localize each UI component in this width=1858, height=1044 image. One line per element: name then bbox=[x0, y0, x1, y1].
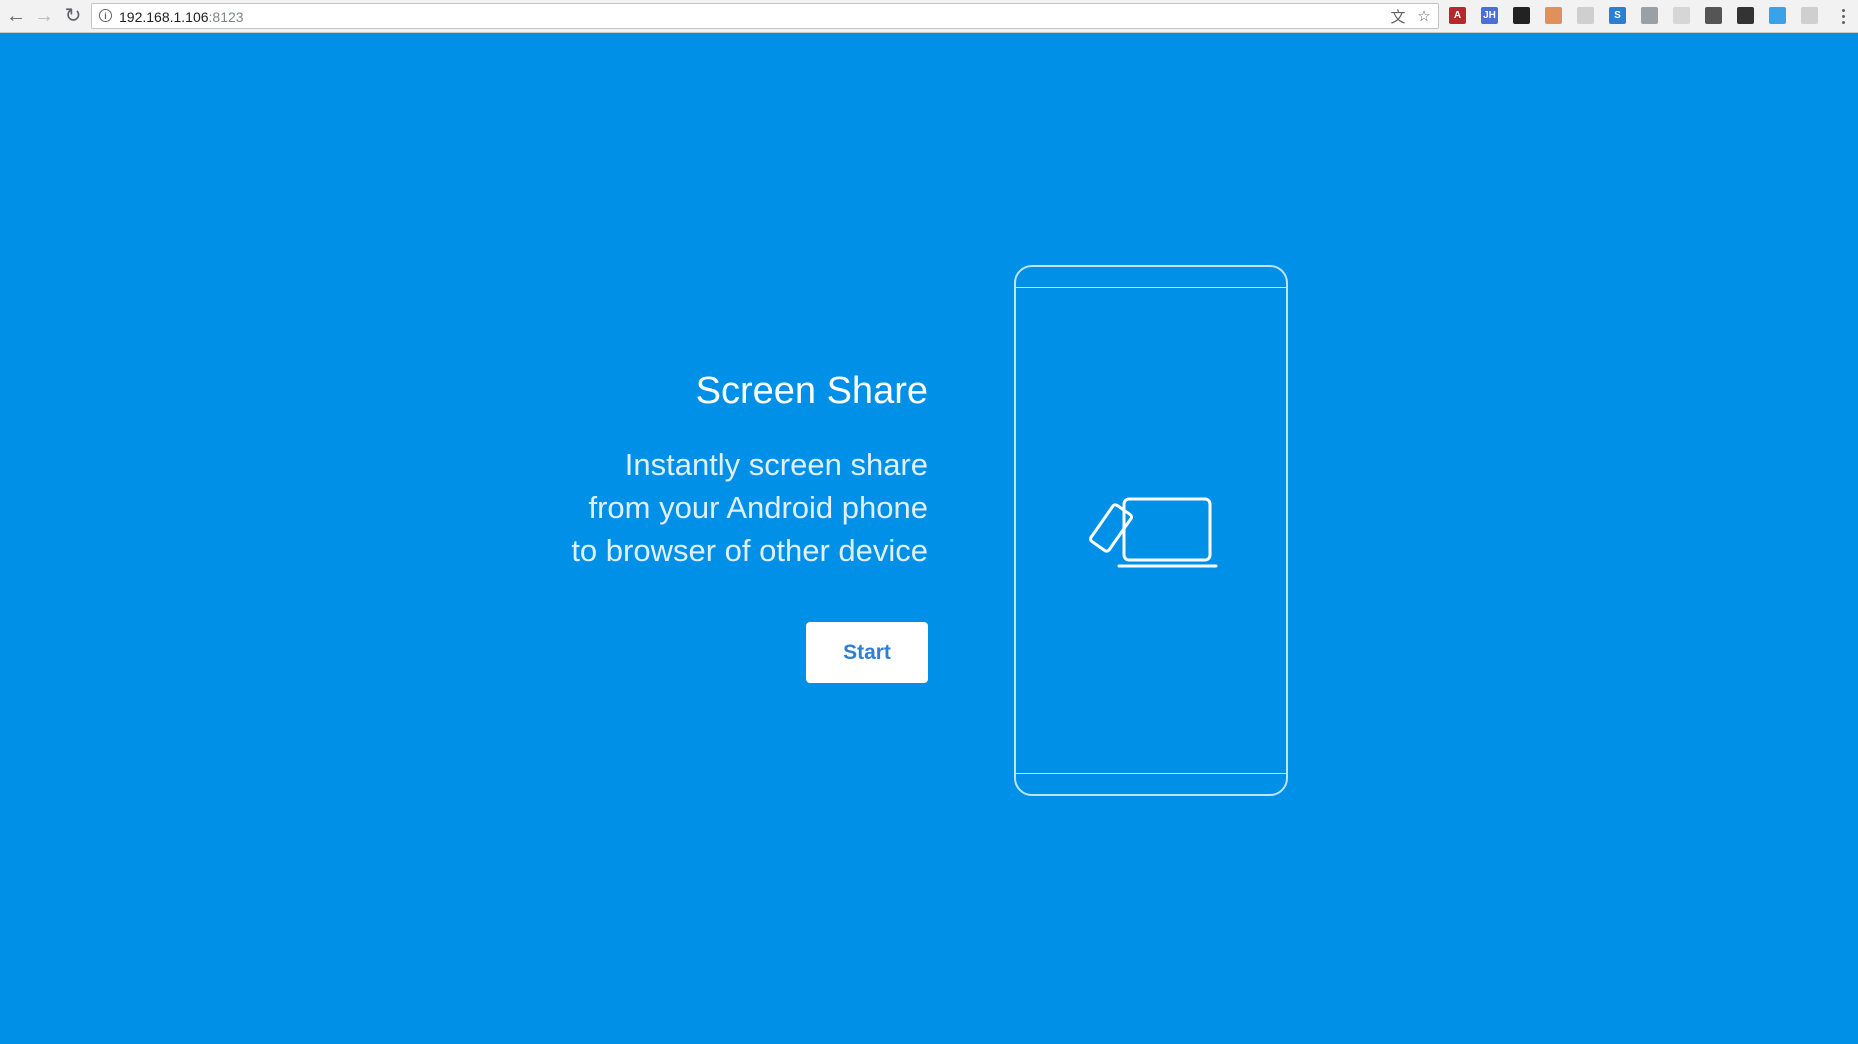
forward-button[interactable]: → bbox=[32, 4, 56, 28]
jh-ext-icon[interactable]: JH bbox=[1481, 7, 1498, 24]
translate-icon[interactable]: 文 bbox=[1390, 8, 1406, 26]
note-ext-icon[interactable] bbox=[1769, 7, 1786, 24]
back-button[interactable]: ← bbox=[4, 4, 28, 28]
back-arrow-icon: ← bbox=[6, 5, 26, 27]
acrobat-ext-icon[interactable]: A bbox=[1449, 7, 1466, 24]
page-subtitle: Instantly screen share from your Android… bbox=[368, 443, 928, 572]
bookmark-star-icon[interactable]: ☆ bbox=[1416, 8, 1432, 25]
site-info-icon[interactable]: i bbox=[99, 9, 112, 22]
browser-menu-icon[interactable] bbox=[1836, 5, 1850, 27]
hero-text: Screen Share Instantly screen share from… bbox=[368, 370, 928, 572]
url-host: 192.168.1.106 bbox=[119, 9, 209, 25]
shield-ext-icon[interactable] bbox=[1641, 7, 1658, 24]
page-title: Screen Share bbox=[695, 370, 928, 412]
phone-to-laptop-icon bbox=[1089, 497, 1218, 568]
s-ext-icon[interactable]: S bbox=[1609, 7, 1626, 24]
start-button[interactable]: Start bbox=[806, 622, 928, 683]
tab-ext-icon[interactable] bbox=[1737, 7, 1754, 24]
extension-8-icon[interactable] bbox=[1673, 7, 1690, 24]
browser-toolbar: ← → ↻ i 192.168.1.106:8123 文 ☆ A JH S bbox=[0, 0, 1858, 33]
subtitle-line: Instantly screen share bbox=[624, 447, 928, 482]
url-port: :8123 bbox=[208, 9, 244, 25]
reload-icon: ↻ bbox=[64, 5, 82, 27]
sync-ext-icon[interactable] bbox=[1705, 7, 1722, 24]
address-url[interactable]: 192.168.1.106:8123 bbox=[119, 9, 244, 25]
subtitle-line: from your Android phone bbox=[588, 490, 929, 525]
reload-button[interactable]: ↻ bbox=[61, 4, 85, 28]
subtitle-line: to browser of other device bbox=[571, 533, 928, 568]
face-ext-icon[interactable] bbox=[1545, 7, 1562, 24]
address-bar[interactable]: i 192.168.1.106:8123 文 ☆ bbox=[91, 3, 1439, 29]
chat-ext-icon[interactable] bbox=[1801, 7, 1818, 24]
forward-arrow-icon: → bbox=[34, 5, 54, 27]
extension-5-icon[interactable] bbox=[1577, 7, 1594, 24]
incognito-ext-icon[interactable] bbox=[1513, 7, 1530, 24]
phone-top-bezel bbox=[1016, 287, 1286, 288]
phone-bottom-bezel bbox=[1016, 773, 1286, 774]
